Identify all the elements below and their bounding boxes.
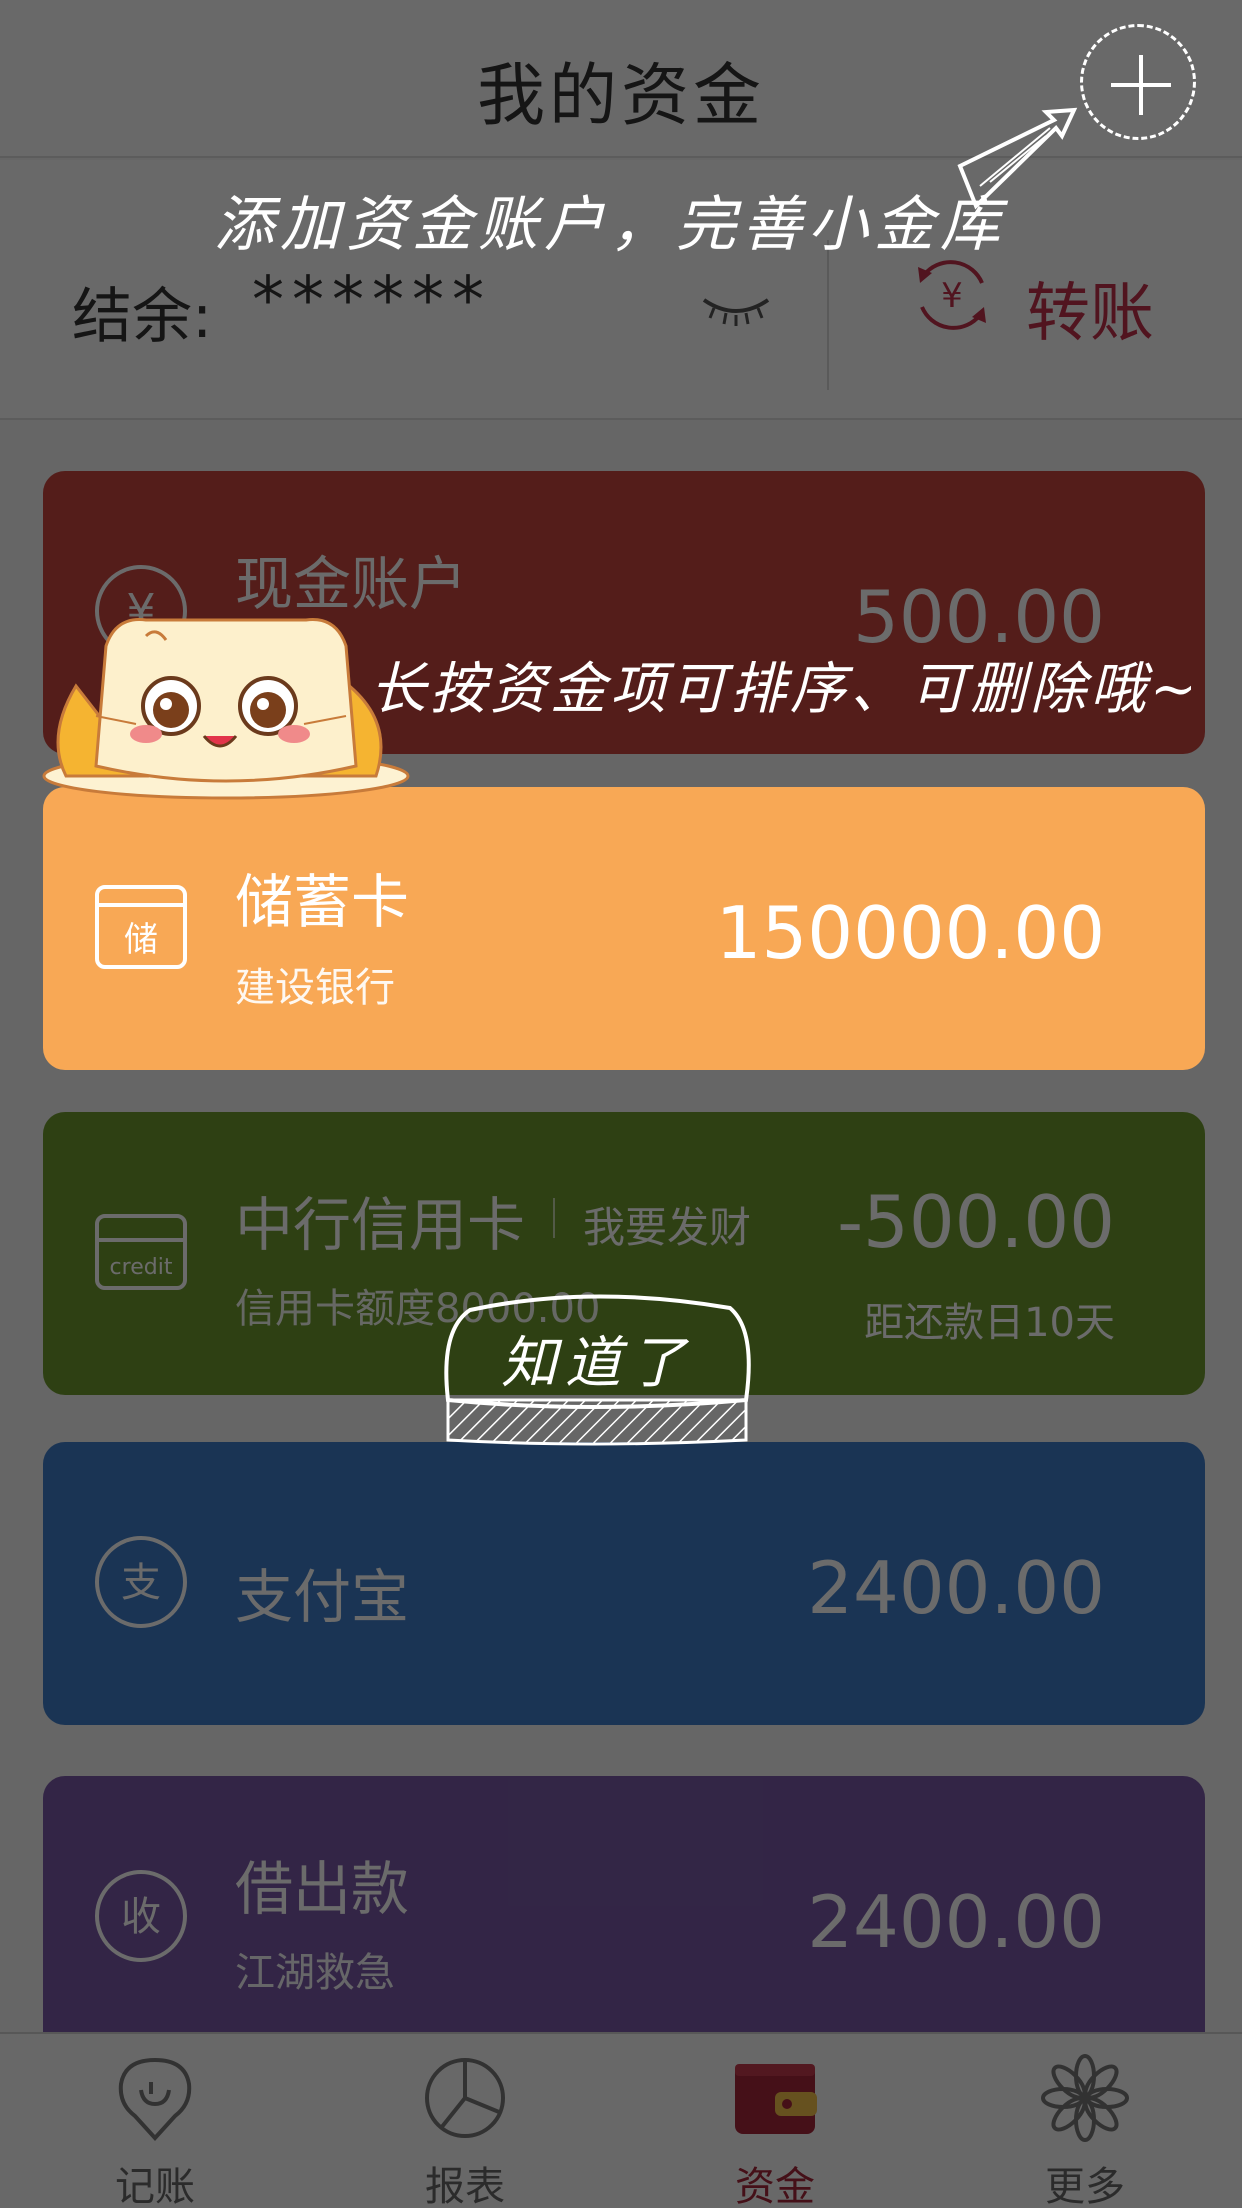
loan-glyph: 收 bbox=[121, 1894, 161, 1940]
account-amount: 2400.00 bbox=[807, 1880, 1105, 1964]
tab-more[interactable]: 更多 bbox=[930, 2034, 1240, 2208]
tab-label: 报表 bbox=[425, 2164, 505, 2208]
got-it-label: 知道了 bbox=[501, 1331, 693, 1396]
wallet-icon bbox=[735, 2064, 817, 2134]
alipay-icon: 支 bbox=[95, 1536, 187, 1628]
got-it-button[interactable]: 知道了 bbox=[440, 1290, 754, 1450]
account-name: 中行信用卡 bbox=[235, 1191, 526, 1259]
hint-add-account: 添加资金账户，完善小金库 bbox=[214, 190, 1006, 260]
account-amount: -500.00 bbox=[837, 1180, 1115, 1264]
tab-label: 资金 bbox=[735, 2164, 815, 2208]
account-card-savings[interactable]: 储 储蓄卡 建设银行 150000.00 bbox=[43, 787, 1205, 1070]
account-amount: 2400.00 bbox=[807, 1546, 1105, 1630]
pie-chart-icon bbox=[425, 2058, 505, 2138]
yen-transfer-icon[interactable]: ¥ bbox=[910, 253, 994, 337]
pointer-arrow-icon bbox=[957, 107, 1078, 210]
savings-glyph: 储 bbox=[124, 920, 158, 960]
balance-label: 结余: bbox=[72, 282, 213, 352]
tag-separator bbox=[553, 1198, 555, 1238]
account-amount: 150000.00 bbox=[715, 891, 1105, 975]
flower-more-icon bbox=[1041, 2054, 1129, 2142]
tab-report[interactable]: 报表 bbox=[310, 2034, 620, 2208]
savings-card-icon: 储 bbox=[95, 885, 187, 969]
tab-label: 更多 bbox=[1045, 2164, 1125, 2208]
hint-sort-delete: 长按资金项可排序、可删除哦~ bbox=[370, 657, 1201, 722]
account-tag: 我要发财 bbox=[583, 1203, 752, 1252]
tab-bar: 记账 报表 资金 更多 bbox=[0, 2032, 1242, 2208]
tab-label: 记账 bbox=[115, 2164, 195, 2208]
due-date: 距还款日10天 bbox=[864, 1300, 1115, 1346]
transfer-button[interactable]: 转账 bbox=[1026, 262, 1154, 354]
svg-text:¥: ¥ bbox=[941, 276, 963, 316]
add-account-button[interactable] bbox=[1080, 24, 1196, 140]
account-sub: 江湖救急 bbox=[235, 1950, 395, 1996]
eye-closed-icon[interactable] bbox=[700, 290, 772, 330]
bookkeeping-icon bbox=[118, 2057, 192, 2141]
account-card-loan[interactable]: 收 借出款 江湖救急 2400.00 bbox=[43, 1776, 1205, 2032]
account-name: 支付宝 bbox=[235, 1563, 410, 1631]
tab-funds[interactable]: 资金 bbox=[620, 2034, 930, 2208]
account-sub: 建设银行 bbox=[235, 965, 395, 1011]
credit-card-icon: credit bbox=[95, 1214, 187, 1290]
account-card-alipay[interactable]: 支 支付宝 2400.00 bbox=[43, 1442, 1205, 1725]
tab-bookkeeping[interactable]: 记账 bbox=[0, 2034, 310, 2208]
account-name: 借出款 bbox=[235, 1855, 410, 1923]
account-name: 储蓄卡 bbox=[235, 868, 410, 936]
alipay-glyph: 支 bbox=[121, 1560, 161, 1606]
balance-value: ****** bbox=[252, 264, 492, 338]
cat-mascot bbox=[42, 618, 410, 800]
loan-out-icon: 收 bbox=[95, 1870, 187, 1962]
credit-glyph: credit bbox=[110, 1255, 173, 1280]
